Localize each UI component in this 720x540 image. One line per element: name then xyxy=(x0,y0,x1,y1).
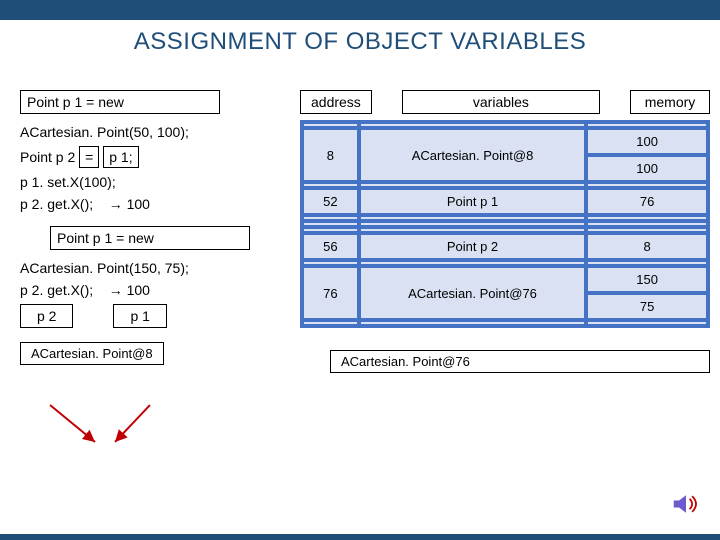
code-fragment: p 2. get.X(); xyxy=(20,196,93,212)
mem-cell: 75 xyxy=(586,293,708,320)
pointer-p2: p 2 xyxy=(20,304,73,328)
addr-cell: 56 xyxy=(302,233,359,260)
table-row: 8 ACartesian. Point@8 100 xyxy=(302,128,708,155)
addr-cell: 76 xyxy=(302,266,359,320)
table-row: 56 Point p 2 8 xyxy=(302,233,708,260)
code-column: Point p 1 = new ACartesian. Point(50, 10… xyxy=(20,90,280,365)
header-address: address xyxy=(300,90,372,114)
memory-column: address variables memory 8 ACartesian. P… xyxy=(300,90,710,373)
mem-cell: 8 xyxy=(586,233,708,260)
pointer-p1: p 1 xyxy=(113,304,166,328)
code-line-4: p 1. set.X(100); xyxy=(20,174,280,190)
table-row: 76 ACartesian. Point@76 150 xyxy=(302,266,708,293)
code-result: → 100 xyxy=(109,282,150,298)
header-memory: memory xyxy=(630,90,710,114)
header-variables: variables xyxy=(402,90,600,114)
var-cell: ACartesian. Point@76 xyxy=(359,266,586,320)
code-line-1: Point p 1 = new xyxy=(20,90,220,114)
var-cell: Point p 1 xyxy=(359,188,586,215)
table-row: 52 Point p 1 76 xyxy=(302,188,708,215)
mem-cell: 100 xyxy=(586,128,708,155)
mem-cell: 150 xyxy=(586,266,708,293)
memory-headers: address variables memory xyxy=(300,90,710,114)
pointer-arrows xyxy=(20,400,280,480)
code-fragment: p 2. get.X(); xyxy=(20,282,93,298)
object-box-76: ACartesian. Point@76 xyxy=(330,350,710,373)
memory-table: 8 ACartesian. Point@8 100 100 52 Point p… xyxy=(300,120,710,328)
object-row: ACartesian. Point@8 xyxy=(20,342,280,365)
mem-cell: 76 xyxy=(586,188,708,215)
code-fragment-eq: = xyxy=(79,146,99,168)
mem-cell: 100 xyxy=(586,155,708,182)
addr-cell: 52 xyxy=(302,188,359,215)
code-fragment: Point p 2 xyxy=(20,149,75,165)
code-line-3: Point p 2 = p 1; xyxy=(20,146,280,168)
speaker-icon xyxy=(672,492,700,516)
code-line-7: ACartesian. Point(150, 75); xyxy=(20,260,280,276)
code-line-2: ACartesian. Point(50, 100); xyxy=(20,124,280,140)
code-fragment-p1: p 1; xyxy=(103,146,138,168)
code-line-8: p 2. get.X(); → 100 xyxy=(20,282,280,298)
var-cell: Point p 2 xyxy=(359,233,586,260)
pointer-row: p 2 p 1 xyxy=(20,304,280,328)
slide-title: ASSIGNMENT OF OBJECT VARIABLES xyxy=(0,28,720,56)
addr-cell: 8 xyxy=(302,128,359,182)
slide-content: Point p 1 = new ACartesian. Point(50, 10… xyxy=(20,90,700,524)
object-box-8: ACartesian. Point@8 xyxy=(20,342,164,365)
code-result: → 100 xyxy=(109,196,150,212)
code-line-6: Point p 1 = new xyxy=(50,226,250,250)
var-cell: ACartesian. Point@8 xyxy=(359,128,586,182)
code-line-5: p 2. get.X(); → 100 xyxy=(20,196,280,212)
